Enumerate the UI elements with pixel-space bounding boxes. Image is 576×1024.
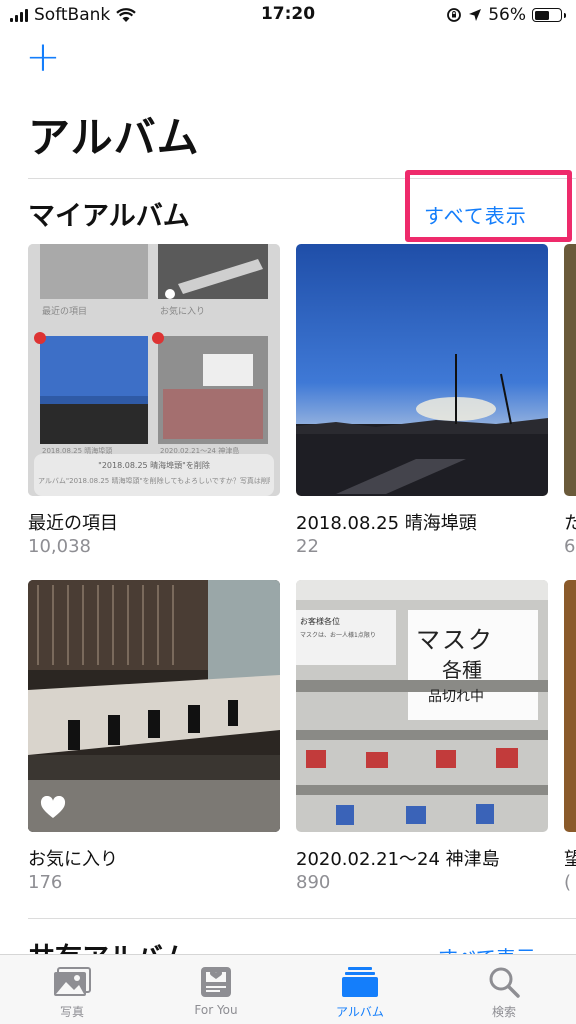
album-count: 10,038: [28, 536, 91, 557]
battery-icon: [532, 8, 566, 22]
album-thumbnail: [564, 244, 576, 496]
album-title: 最近の項目: [28, 513, 118, 534]
album-title: 2018.08.25 晴海埠頭: [296, 513, 477, 534]
album-card-partial-2[interactable]: 望 (: [564, 580, 576, 900]
tab-label: アルバム: [336, 1005, 384, 1019]
preview-tile-label-1: 最近の項目: [42, 307, 88, 317]
album-count: 22: [296, 536, 319, 557]
notice-body: マスクは、お一人様1点限り: [300, 632, 376, 639]
tab-for-you[interactable]: For You: [144, 955, 288, 1024]
piano-photo: [28, 580, 280, 832]
section-title-my-albums: マイアルバム: [28, 201, 190, 232]
album-thumbnail: [28, 580, 280, 832]
album-thumbnail: [296, 244, 548, 496]
tab-albums[interactable]: アルバム: [288, 955, 432, 1024]
preview-tile-label-2: お気に入り: [160, 307, 206, 317]
album-count: 176: [28, 872, 63, 893]
status-right: 56%: [446, 5, 566, 25]
heart-icon: [40, 796, 66, 818]
preview-dialog-title: "2018.08.25 晴海埠頭"を削除: [98, 461, 210, 470]
sign-line-2: 各種: [442, 658, 482, 682]
album-thumbnail: 最近の項目 お気に入り 2018.08.25 晴海埠頭 2020.02.21〜2…: [28, 244, 280, 496]
search-icon: [489, 967, 520, 998]
highlight-annotation: [405, 170, 572, 242]
album-count: (: [564, 872, 572, 893]
album-count: 890: [296, 872, 331, 893]
sign-line-1: マスク: [416, 626, 494, 654]
add-album-button[interactable]: +: [25, 36, 60, 78]
rotation-lock-icon: [447, 8, 462, 22]
location-icon: [469, 9, 482, 21]
album-title: た: [564, 513, 576, 534]
notice-title: お客様各位: [300, 617, 340, 626]
album-count: 6: [564, 536, 576, 557]
preview-tile-label-3: 2018.08.25 晴海埠頭: [42, 447, 113, 455]
recents-preview-image: [28, 244, 280, 496]
page-title: アルバム: [28, 113, 200, 162]
for-you-icon: [201, 967, 231, 997]
album-thumbnail: [564, 580, 576, 832]
tab-search[interactable]: 検索: [432, 955, 576, 1024]
tab-label: 写真: [59, 1005, 84, 1019]
preview-dialog-body: アルバム"2018.08.25 晴海埠頭"を削除してもよろしいですか？写真は削除…: [38, 477, 270, 485]
sunset-photo: [296, 244, 548, 496]
battery-percent: 56%: [488, 5, 526, 25]
album-title: お気に入り: [28, 849, 118, 870]
album-title: 望: [564, 849, 576, 870]
sign-line-3: 品切れ中: [428, 689, 484, 705]
preview-tile-label-4: 2020.02.21〜24 神津島: [160, 447, 240, 455]
tab-bar: 写真 For You アルバム 検索: [0, 954, 576, 1024]
tab-label: For You: [194, 1003, 238, 1017]
status-bar: SoftBank 17:20 56%: [0, 0, 576, 30]
album-card-partial-1[interactable]: た 6: [564, 244, 576, 564]
photos-icon: [54, 967, 91, 996]
album-title: 2020.02.21〜24 神津島: [296, 849, 500, 870]
section-divider: [28, 918, 576, 919]
albums-icon: [342, 967, 378, 997]
tab-label: 検索: [491, 1005, 516, 1019]
album-thumbnail: お客様各位 マスクは、お一人様1点限り マスク 各種 品切れ中: [296, 580, 548, 832]
tab-photos[interactable]: 写真: [0, 955, 144, 1024]
